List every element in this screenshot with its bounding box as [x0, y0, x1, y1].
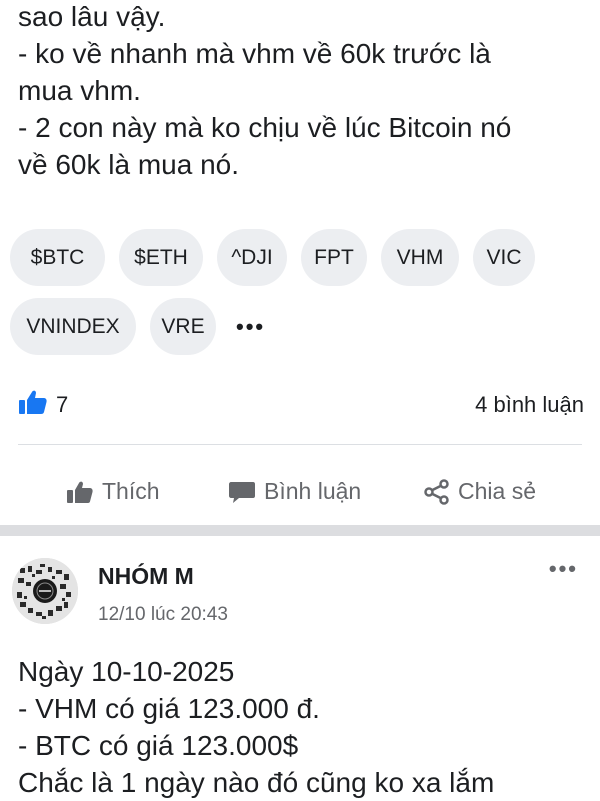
like-summary[interactable]: 7 — [18, 389, 68, 421]
like-icon — [66, 480, 94, 504]
post-text-line: về 60k là mua nó. — [18, 149, 240, 180]
post-text-line: - ko về nhanh mà vhm về 60k trước là — [18, 38, 491, 69]
ticker-tag-row: VNINDEX VRE ••• — [10, 298, 590, 355]
post-separator — [0, 525, 600, 536]
comment-count[interactable]: 4 bình luận — [475, 392, 584, 418]
post-text-line: Ngày 10-10-2025 — [18, 656, 235, 687]
ticker-tag-vic[interactable]: VIC — [473, 229, 535, 286]
like-label: Thích — [102, 478, 160, 504]
thumbs-up-icon — [18, 389, 48, 421]
more-tags-button[interactable]: ••• — [230, 298, 271, 355]
ticker-tag-btc[interactable]: $BTC — [10, 229, 105, 286]
post-header: NHÓM M 12/10 lúc 20:43 ••• — [0, 548, 600, 640]
ticker-tag-fpt[interactable]: FPT — [301, 229, 367, 286]
ticker-tag-eth[interactable]: $ETH — [119, 229, 203, 286]
post-body-text: sao lâu vậy. - ko về nhanh mà vhm về 60k… — [18, 0, 593, 183]
comment-bubble-icon — [228, 480, 256, 504]
ticker-tag-vre[interactable]: VRE — [150, 298, 216, 355]
comment-label: Bình luận — [264, 478, 362, 504]
ticker-tag-vhm[interactable]: VHM — [381, 229, 459, 286]
author-name[interactable]: NHÓM M — [98, 563, 194, 590]
post-text-line: mua vhm. — [18, 75, 141, 106]
ticker-tag-row: $BTC $ETH ^DJI FPT VHM VIC — [10, 229, 590, 286]
post-text-line: sao lâu vậy. — [18, 1, 166, 32]
post-text-line: - 2 con này mà ko chịu về lúc Bitcoin nó — [18, 112, 512, 143]
avatar[interactable] — [12, 558, 78, 624]
ticker-tags: $BTC $ETH ^DJI FPT VHM VIC VNINDEX VRE •… — [10, 229, 590, 367]
post-text-line: Chắc là 1 ngày nào đó cũng ko xa lắm — [18, 767, 495, 798]
like-count: 7 — [56, 392, 69, 417]
more-options-button[interactable]: ••• — [549, 556, 578, 582]
ticker-tag-dji[interactable]: ^DJI — [217, 229, 287, 286]
share-icon — [424, 478, 450, 505]
post-body-text: Ngày 10-10-2025 - VHM có giá 123.000 đ. … — [18, 653, 593, 801]
ticker-tag-vnindex[interactable]: VNINDEX — [10, 298, 136, 355]
post-actions: Thích Bình luận Chia sẻ — [0, 468, 600, 514]
comment-button[interactable]: Bình luận — [228, 478, 361, 505]
share-button[interactable]: Chia sẻ — [424, 478, 536, 505]
reactions-summary: 7 4 bình luận — [18, 388, 584, 422]
post-text-line: - VHM có giá 123.000 đ. — [18, 693, 320, 724]
divider — [18, 444, 582, 445]
share-label: Chia sẻ — [458, 478, 536, 504]
post-timestamp[interactable]: 12/10 lúc 20:43 — [98, 604, 228, 626]
post-text-line: - BTC có giá 123.000$ — [18, 730, 299, 761]
like-button[interactable]: Thích — [66, 478, 160, 505]
